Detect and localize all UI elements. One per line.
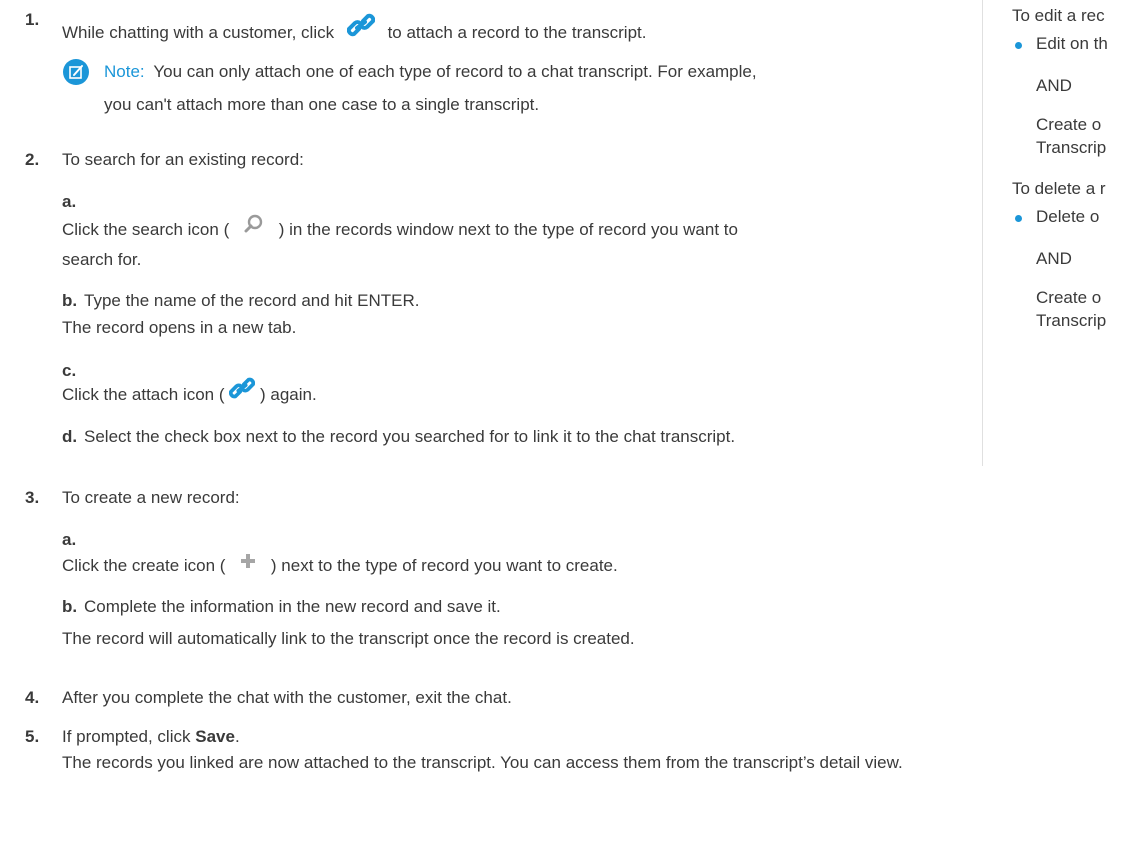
step-3b-line-2: The record will automatically link to th… — [62, 629, 635, 648]
sidebar-delete-heading: To delete a r — [1012, 179, 1106, 198]
sidebar-delete-bullet: Delete o — [1036, 207, 1100, 226]
save-label: Save — [195, 727, 235, 746]
step-2c-line: Click the attach icon ( ) again. — [62, 377, 317, 410]
note-line-1: Note: You can only attach one of each ty… — [104, 62, 757, 82]
step-1-number: 1. — [25, 10, 40, 29]
bullet-dot — [1015, 215, 1022, 222]
step-2-text: To search for an existing record: — [62, 150, 304, 169]
sidebar-delete-and: AND — [1036, 249, 1072, 268]
attach-link-icon — [229, 376, 256, 405]
step-2a-post: ) in the records window next to the type… — [278, 219, 738, 239]
step-1-text-before: While chatting with a customer, click — [62, 22, 335, 42]
step-2a-pre: Click the search icon ( — [62, 219, 230, 239]
step-5-line-2: The records you linked are now attached … — [62, 753, 903, 772]
step-5-pre: If prompted, click — [62, 727, 191, 746]
step-3a-letter: a. — [62, 530, 77, 549]
note-text-1: You can only attach one of each type of … — [153, 62, 757, 81]
sidebar-delete-create-1: Create o — [1036, 288, 1102, 307]
step-2b-letter: b. — [62, 291, 78, 310]
step-3b-line-1: Complete the information in the new reco… — [84, 597, 501, 616]
note-line-2: you can't attach more than one case to a… — [104, 95, 540, 114]
bullet-dot — [1015, 42, 1022, 49]
step-2b-line-2: The record opens in a new tab. — [62, 318, 297, 337]
sidebar-edit-create-2: Transcrip — [1036, 138, 1107, 157]
step-2a-letter: a. — [62, 192, 77, 211]
step-1-text: While chatting with a customer, click to… — [62, 13, 647, 49]
step-5-post: . — [234, 727, 240, 746]
step-2c-post: ) again. — [259, 384, 317, 404]
sidebar-divider — [982, 0, 983, 466]
step-4-text: After you complete the chat with the cus… — [62, 688, 512, 707]
step-3-number: 3. — [25, 488, 40, 507]
step-3b-letter: b. — [62, 597, 78, 616]
step-3-text: To create a new record: — [62, 488, 240, 507]
step-2-number: 2. — [25, 150, 40, 169]
step-4-number: 4. — [25, 688, 40, 707]
step-2d-text: Select the check box next to the record … — [84, 427, 736, 446]
sidebar-edit-bullet: Edit on th — [1036, 34, 1108, 53]
step-2a-line-2: search for. — [62, 250, 142, 269]
sidebar-edit-and: AND — [1036, 76, 1072, 95]
sidebar-edit-heading: To edit a rec — [1012, 6, 1105, 25]
sidebar-delete-create-2: Transcrip — [1036, 311, 1107, 330]
step-3a-line: Click the create icon ( ) next to the ty… — [62, 553, 618, 577]
sidebar-edit-create-1: Create o — [1036, 115, 1102, 134]
step-2c-pre: Click the attach icon ( — [62, 384, 225, 404]
attach-link-icon — [346, 12, 375, 43]
step-3a-pre: Click the create icon ( — [62, 556, 226, 575]
step-2d-letter: d. — [62, 427, 78, 446]
note-edit-icon — [62, 58, 90, 91]
step-5-number: 5. — [25, 727, 40, 746]
step-5-line-1: If prompted, click Save. — [62, 727, 240, 747]
step-2c-letter: c. — [62, 361, 77, 380]
search-icon — [244, 214, 264, 239]
step-2a-line-1: Click the search icon ( ) in the records… — [62, 214, 738, 243]
step-2b-line-1: Type the name of the record and hit ENTE… — [84, 291, 420, 310]
plus-icon — [240, 553, 256, 574]
step-3a-post: ) next to the type of record you want to… — [270, 556, 618, 575]
step-1-text-after: to attach a record to the transcript. — [387, 22, 647, 42]
note-label: Note: — [104, 62, 145, 81]
